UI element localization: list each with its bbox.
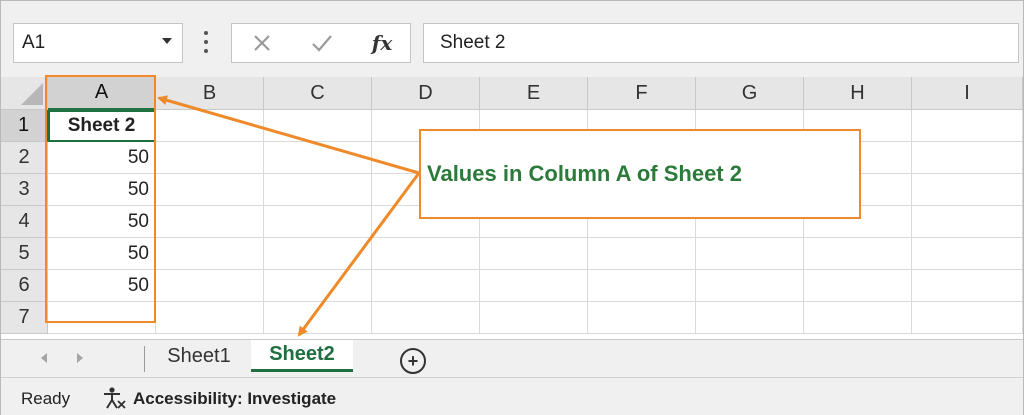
excel-window: A1 fx Sheet 2 A B C D E F G H I 1 2 3 4 … bbox=[0, 0, 1024, 415]
enter-check-icon[interactable] bbox=[302, 24, 342, 62]
cell-f5[interactable] bbox=[588, 238, 696, 270]
row-header-4[interactable]: 4 bbox=[1, 206, 48, 238]
column-header-f[interactable]: F bbox=[588, 77, 696, 110]
cell-i4[interactable] bbox=[912, 206, 1023, 238]
cancel-icon[interactable] bbox=[242, 24, 282, 62]
annotation-callout: Values in Column A of Sheet 2 bbox=[419, 129, 861, 219]
row-header-6[interactable]: 6 bbox=[1, 270, 48, 302]
cell-i7[interactable] bbox=[912, 302, 1023, 334]
column-header-a[interactable]: A bbox=[48, 77, 156, 110]
cell-a5[interactable]: 50 bbox=[48, 238, 156, 270]
accessibility-status[interactable]: Accessibility: Investigate bbox=[133, 389, 336, 409]
cell-a4[interactable]: 50 bbox=[48, 206, 156, 238]
cell-b5[interactable] bbox=[156, 238, 264, 270]
column-header-h[interactable]: H bbox=[804, 77, 912, 110]
cell-i3[interactable] bbox=[912, 174, 1023, 206]
cell-i2[interactable] bbox=[912, 142, 1023, 174]
tab-scroll-right-icon[interactable] bbox=[77, 353, 83, 363]
cell-e7[interactable] bbox=[480, 302, 588, 334]
cell-f6[interactable] bbox=[588, 270, 696, 302]
sheet-tabs-bar: Sheet1 Sheet2 + bbox=[1, 339, 1023, 377]
cell-b4[interactable] bbox=[156, 206, 264, 238]
cell-d5[interactable] bbox=[372, 238, 480, 270]
column-header-b[interactable]: B bbox=[156, 77, 264, 110]
cell-b7[interactable] bbox=[156, 302, 264, 334]
cell-c4[interactable] bbox=[264, 206, 372, 238]
cell-c5[interactable] bbox=[264, 238, 372, 270]
row-header-3[interactable]: 3 bbox=[1, 174, 48, 206]
cell-b1[interactable] bbox=[156, 110, 264, 142]
column-header-d[interactable]: D bbox=[372, 77, 480, 110]
cell-h6[interactable] bbox=[804, 270, 912, 302]
cell-a2[interactable]: 50 bbox=[48, 142, 156, 174]
cell-c3[interactable] bbox=[264, 174, 372, 206]
cell-f7[interactable] bbox=[588, 302, 696, 334]
formula-tools: fx bbox=[231, 23, 411, 63]
cell-i5[interactable] bbox=[912, 238, 1023, 270]
tab-scroll-left-icon[interactable] bbox=[41, 353, 47, 363]
cell-c6[interactable] bbox=[264, 270, 372, 302]
add-sheet-icon[interactable]: + bbox=[400, 348, 426, 374]
cell-i6[interactable] bbox=[912, 270, 1023, 302]
cell-b3[interactable] bbox=[156, 174, 264, 206]
column-header-g[interactable]: G bbox=[696, 77, 804, 110]
cell-h5[interactable] bbox=[804, 238, 912, 270]
cell-b6[interactable] bbox=[156, 270, 264, 302]
cell-d7[interactable] bbox=[372, 302, 480, 334]
cell-b2[interactable] bbox=[156, 142, 264, 174]
tab-sheet2[interactable]: Sheet2 bbox=[251, 340, 353, 372]
cell-e5[interactable] bbox=[480, 238, 588, 270]
status-bar: Ready Accessibility: Investigate bbox=[1, 377, 1023, 415]
row-header-5[interactable]: 5 bbox=[1, 238, 48, 270]
status-ready: Ready bbox=[21, 389, 71, 408]
cell-i1[interactable] bbox=[912, 110, 1023, 142]
cell-a1[interactable]: Sheet 2 bbox=[48, 110, 156, 142]
row-header-2[interactable]: 2 bbox=[1, 142, 48, 174]
chevron-down-icon[interactable] bbox=[162, 38, 172, 44]
column-header-i[interactable]: I bbox=[912, 77, 1023, 110]
select-all-button[interactable] bbox=[1, 77, 48, 110]
name-box-value: A1 bbox=[22, 32, 46, 53]
cell-c7[interactable] bbox=[264, 302, 372, 334]
row-header-7[interactable]: 7 bbox=[1, 302, 48, 334]
column-header-c[interactable]: C bbox=[264, 77, 372, 110]
tab-sheet1[interactable]: Sheet1 bbox=[151, 340, 247, 372]
cell-a3[interactable]: 50 bbox=[48, 174, 156, 206]
cell-a7[interactable] bbox=[48, 302, 156, 334]
cell-c2[interactable] bbox=[264, 142, 372, 174]
accessibility-icon[interactable] bbox=[101, 386, 127, 410]
name-box[interactable]: A1 bbox=[13, 23, 183, 63]
cell-g7[interactable] bbox=[696, 302, 804, 334]
more-options-icon[interactable] bbox=[201, 27, 211, 57]
cell-d6[interactable] bbox=[372, 270, 480, 302]
formula-bar: A1 fx Sheet 2 bbox=[1, 1, 1023, 77]
cell-c1[interactable] bbox=[264, 110, 372, 142]
cell-e6[interactable] bbox=[480, 270, 588, 302]
formula-input[interactable]: Sheet 2 bbox=[423, 23, 1019, 63]
cell-a6[interactable]: 50 bbox=[48, 270, 156, 302]
cell-g5[interactable] bbox=[696, 238, 804, 270]
insert-function-icon[interactable]: fx bbox=[362, 24, 402, 62]
column-header-e[interactable]: E bbox=[480, 77, 588, 110]
row-header-1[interactable]: 1 bbox=[1, 110, 48, 142]
tab-separator bbox=[144, 346, 145, 372]
cell-g6[interactable] bbox=[696, 270, 804, 302]
cell-h7[interactable] bbox=[804, 302, 912, 334]
